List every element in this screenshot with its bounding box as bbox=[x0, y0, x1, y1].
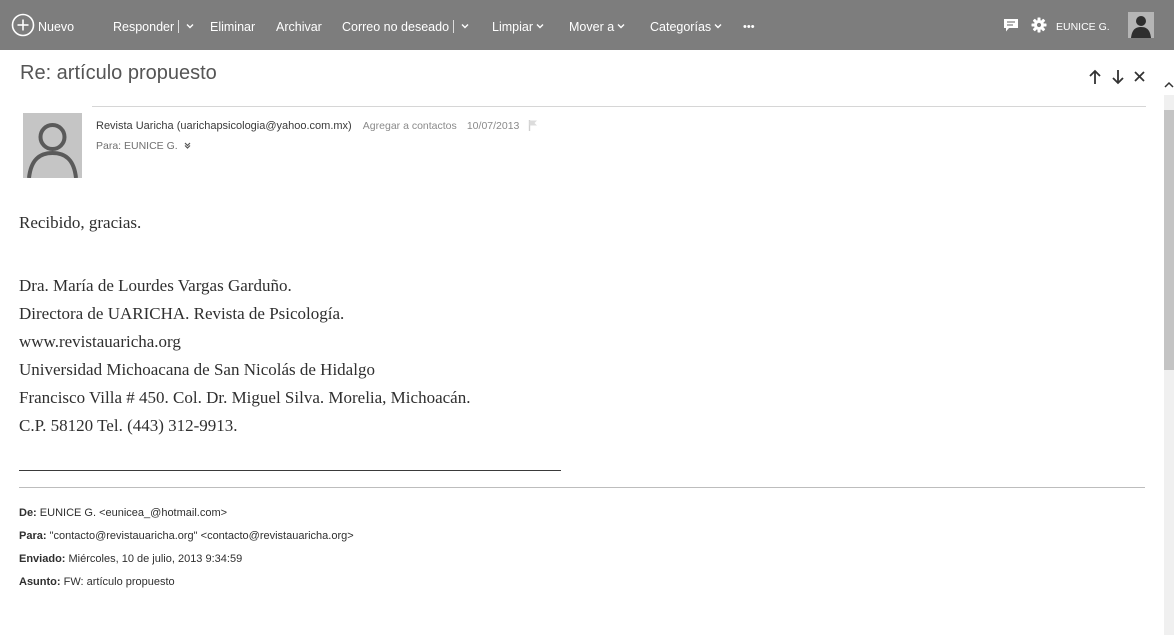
chevron-down-icon[interactable] bbox=[186, 22, 194, 30]
forwarded-subject: Asunto: FW: artículo propuesto bbox=[19, 576, 175, 588]
header-divider bbox=[92, 106, 1146, 107]
forwarded-sent-value: Miércoles, 10 de julio, 2013 9:34:59 bbox=[68, 553, 243, 565]
more-button[interactable]: ••• bbox=[743, 0, 755, 50]
sender-line: Revista Uaricha (uarichapsicologia@yahoo… bbox=[96, 119, 538, 132]
chevron-down-icon bbox=[536, 24, 544, 29]
sender-avatar bbox=[23, 113, 82, 178]
scrollbar-thumb[interactable] bbox=[1164, 110, 1174, 370]
forwarded-subject-value: FW: artículo propuesto bbox=[63, 576, 175, 588]
divider bbox=[178, 19, 180, 33]
chat-icon[interactable] bbox=[1003, 18, 1019, 33]
delete-button[interactable]: Eliminar bbox=[210, 0, 255, 50]
chevron-down-icon[interactable] bbox=[461, 22, 469, 30]
forwarded-sent: Enviado: Miércoles, 10 de julio, 2013 9:… bbox=[19, 553, 242, 565]
recipient-line[interactable]: Para: EUNICE G. bbox=[96, 140, 191, 152]
arrow-up-icon[interactable] bbox=[1088, 69, 1102, 85]
gear-icon[interactable] bbox=[1031, 17, 1047, 33]
forwarded-from-label: De: bbox=[19, 507, 37, 519]
signature-line: Directora de UARICHA. Revista de Psicolo… bbox=[19, 304, 345, 323]
forwarded-to: Para: "contacto@revistauaricha.org" <con… bbox=[19, 530, 354, 542]
signature-link[interactable]: www.revistauaricha.org bbox=[19, 332, 181, 352]
chevron-down-icon bbox=[714, 24, 722, 29]
forwarded-sent-label: Enviado: bbox=[19, 553, 66, 565]
signature-line: Universidad Michoacana de San Nicolás de… bbox=[19, 360, 375, 379]
avatar-placeholder-icon bbox=[27, 123, 78, 178]
junk-label: Correo no deseado bbox=[342, 20, 450, 34]
divider bbox=[453, 19, 455, 33]
junk-button[interactable]: Correo no deseado bbox=[342, 0, 469, 50]
body-greeting: Recibido, gracias. bbox=[19, 213, 142, 232]
signature-line: Francisco Villa # 450. Col. Dr. Miguel S… bbox=[19, 388, 471, 407]
flag-icon[interactable] bbox=[528, 119, 538, 131]
recipient-label: Para: EUNICE G. bbox=[96, 140, 178, 152]
sweep-label: Limpiar bbox=[492, 20, 533, 34]
sweep-button[interactable]: Limpiar bbox=[492, 0, 544, 50]
chevron-down-icon bbox=[617, 24, 625, 29]
sender-email[interactable]: (uarichapsicologia@yahoo.com.mx) bbox=[177, 120, 352, 132]
scroll-up-icon[interactable] bbox=[1164, 80, 1174, 90]
move-to-button[interactable]: Mover a bbox=[569, 0, 625, 50]
forwarded-to-label: Para: bbox=[19, 530, 47, 542]
plus-circle-icon[interactable] bbox=[11, 13, 35, 37]
arrow-down-icon[interactable] bbox=[1111, 69, 1125, 85]
message-date: 10/07/2013 bbox=[466, 120, 520, 132]
user-name[interactable]: EUNICE G. bbox=[1056, 0, 1110, 50]
categories-label: Categorías bbox=[650, 20, 712, 34]
new-button[interactable]: Nuevo bbox=[38, 0, 74, 50]
signature-rule bbox=[19, 470, 561, 471]
archive-button[interactable]: Archivar bbox=[276, 0, 322, 50]
add-to-contacts-link[interactable]: Agregar a contactos bbox=[363, 120, 457, 132]
signature-line: Dra. María de Lourdes Vargas Garduño. bbox=[19, 276, 292, 295]
signature-line: C.P. 58120 Tel. (443) 312-9913. bbox=[19, 416, 238, 435]
sender-name[interactable]: Revista Uaricha bbox=[96, 120, 174, 132]
forwarded-from: De: EUNICE G. <eunicea_@hotmail.com> bbox=[19, 507, 227, 519]
reply-button[interactable]: Responder bbox=[113, 0, 194, 50]
chevron-down-icon[interactable] bbox=[184, 142, 191, 149]
close-icon[interactable] bbox=[1133, 70, 1146, 83]
forwarded-to-value: "contacto@revistauaricha.org" <contacto@… bbox=[49, 530, 354, 542]
move-to-label: Mover a bbox=[569, 20, 615, 34]
command-toolbar: Nuevo Responder Eliminar Archivar Correo… bbox=[0, 0, 1174, 50]
message-subject: Re: artículo propuesto bbox=[20, 62, 217, 84]
forwarded-subject-label: Asunto: bbox=[19, 576, 61, 588]
reply-label: Responder bbox=[113, 20, 175, 34]
user-photo-icon[interactable] bbox=[1128, 12, 1154, 38]
categories-button[interactable]: Categorías bbox=[650, 0, 722, 50]
forwarded-divider bbox=[19, 487, 1145, 488]
forwarded-from-value: EUNICE G. <eunicea_@hotmail.com> bbox=[39, 507, 228, 519]
